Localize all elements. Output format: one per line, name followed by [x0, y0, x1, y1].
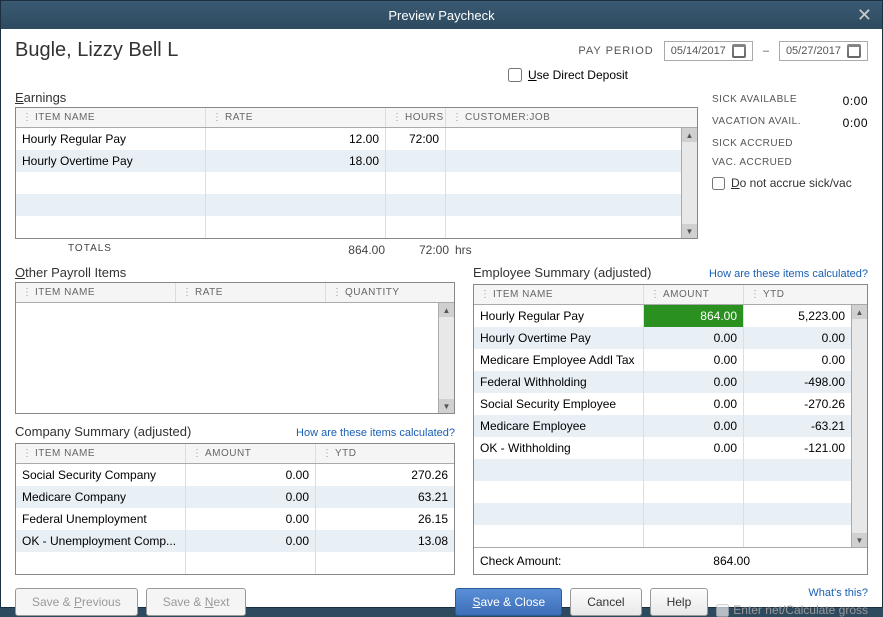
scrollbar[interactable]: ▲ ▼: [438, 303, 454, 413]
other-payroll-body[interactable]: [16, 303, 438, 413]
company-summary-body[interactable]: Social Security Company0.00270.26Medicar…: [16, 464, 454, 574]
cancel-button[interactable]: Cancel: [570, 588, 641, 616]
table-row[interactable]: Medicare Company0.0063.21: [16, 486, 454, 508]
table-row[interactable]: Hourly Overtime Pay18.00: [16, 150, 681, 172]
scrollbar[interactable]: ▲ ▼: [851, 305, 867, 547]
enter-net-checkbox[interactable]: Enter net/Calculate gross: [716, 603, 868, 617]
save-close-button[interactable]: Save & Close: [455, 588, 562, 616]
table-row[interactable]: [474, 503, 851, 525]
table-row[interactable]: [474, 459, 851, 481]
earnings-body[interactable]: Hourly Regular Pay12.0072:00Hourly Overt…: [16, 128, 681, 238]
col-hours: ⋮HOURS: [386, 108, 446, 127]
table-row[interactable]: [16, 552, 454, 574]
sick-vacation-panel: SICK AVAILABLE0:00 VACATION AVAIL.0:00 S…: [698, 90, 868, 265]
table-row[interactable]: Medicare Employee0.00-63.21: [474, 415, 851, 437]
col-customer: ⋮CUSTOMER:JOB: [446, 108, 697, 127]
table-row[interactable]: OK - Withholding0.00-121.00: [474, 437, 851, 459]
employee-summary-body[interactable]: Hourly Regular Pay864.005,223.00Hourly O…: [474, 305, 851, 547]
scrollbar[interactable]: ▲ ▼: [681, 128, 697, 238]
help-button[interactable]: Help: [650, 588, 709, 616]
hrs-label: hrs: [455, 243, 472, 257]
whats-this-link[interactable]: What's this?: [808, 587, 868, 599]
titlebar: Preview Paycheck ✕: [1, 1, 882, 29]
table-row[interactable]: Hourly Overtime Pay0.000.00: [474, 327, 851, 349]
earnings-grid: ⋮ITEM NAME ⋮RATE ⋮HOURS ⋮CUSTOMER:JOB Ho…: [15, 107, 698, 239]
employee-name: Bugle, Lizzy Bell L: [15, 39, 178, 62]
close-icon[interactable]: ✕: [857, 5, 872, 26]
table-row[interactable]: [16, 194, 681, 216]
col-rate: ⋮RATE: [206, 108, 386, 127]
totals-label: TOTALS: [15, 243, 165, 257]
total-hours: 72:00: [385, 243, 455, 257]
check-amount-value: 864.00: [650, 554, 750, 568]
scroll-up-icon[interactable]: ▲: [682, 128, 697, 142]
col-item: ⋮ITEM NAME: [16, 108, 206, 127]
scroll-down-icon[interactable]: ▼: [439, 399, 454, 413]
table-row[interactable]: [16, 172, 681, 194]
employee-calc-link[interactable]: How are these items calculated?: [709, 268, 868, 280]
pay-period-label: PAY PERIOD: [578, 45, 653, 57]
do-not-accrue-checkbox[interactable]: Do not accrue sick/vac: [712, 176, 868, 190]
table-row[interactable]: Hourly Regular Pay12.0072:00: [16, 128, 681, 150]
use-direct-deposit-checkbox[interactable]: Use Direct Deposit: [508, 68, 628, 82]
pay-period: PAY PERIOD 05/14/2017 – 05/27/2017: [578, 41, 868, 61]
other-payroll-grid: ⋮ITEM NAME ⋮RATE ⋮QUANTITY ▲ ▼: [15, 282, 455, 414]
employee-summary-grid: ⋮ITEM NAME ⋮AMOUNT ⋮YTD Hourly Regular P…: [473, 284, 868, 575]
check-amount-label: Check Amount:: [480, 554, 650, 568]
calendar-icon[interactable]: [732, 44, 746, 58]
scroll-down-icon[interactable]: ▼: [852, 533, 867, 547]
other-payroll-label: Other Payroll Items: [15, 265, 455, 280]
table-row[interactable]: [16, 216, 681, 238]
table-row[interactable]: Hourly Regular Pay864.005,223.00: [474, 305, 851, 327]
calendar-icon[interactable]: [847, 44, 861, 58]
scroll-down-icon[interactable]: ▼: [682, 224, 697, 238]
employee-summary-label: Employee Summary (adjusted): [473, 265, 651, 280]
company-calc-link[interactable]: How are these items calculated?: [296, 427, 455, 439]
table-row[interactable]: Medicare Employee Addl Tax0.000.00: [474, 349, 851, 371]
scroll-up-icon[interactable]: ▲: [439, 303, 454, 317]
pay-period-to[interactable]: 05/27/2017: [779, 41, 868, 61]
table-row[interactable]: Social Security Company0.00270.26: [16, 464, 454, 486]
save-next-button[interactable]: Save & Next: [146, 588, 247, 616]
table-row[interactable]: [474, 525, 851, 547]
earnings-label: Earnings: [15, 90, 698, 105]
total-amount: 864.00: [165, 243, 385, 257]
table-row[interactable]: Federal Withholding0.00-498.00: [474, 371, 851, 393]
scroll-up-icon[interactable]: ▲: [852, 305, 867, 319]
table-row[interactable]: [474, 481, 851, 503]
window-title: Preview Paycheck: [388, 8, 494, 23]
company-summary-grid: ⋮ITEM NAME ⋮AMOUNT ⋮YTD Social Security …: [15, 443, 455, 575]
save-previous-button[interactable]: Save & Previous: [15, 588, 138, 616]
pay-period-from[interactable]: 05/14/2017: [664, 41, 753, 61]
company-summary-label: Company Summary (adjusted): [15, 424, 191, 439]
table-row[interactable]: Federal Unemployment0.0026.15: [16, 508, 454, 530]
table-row[interactable]: Social Security Employee0.00-270.26: [474, 393, 851, 415]
table-row[interactable]: OK - Unemployment Comp...0.0013.08: [16, 530, 454, 552]
